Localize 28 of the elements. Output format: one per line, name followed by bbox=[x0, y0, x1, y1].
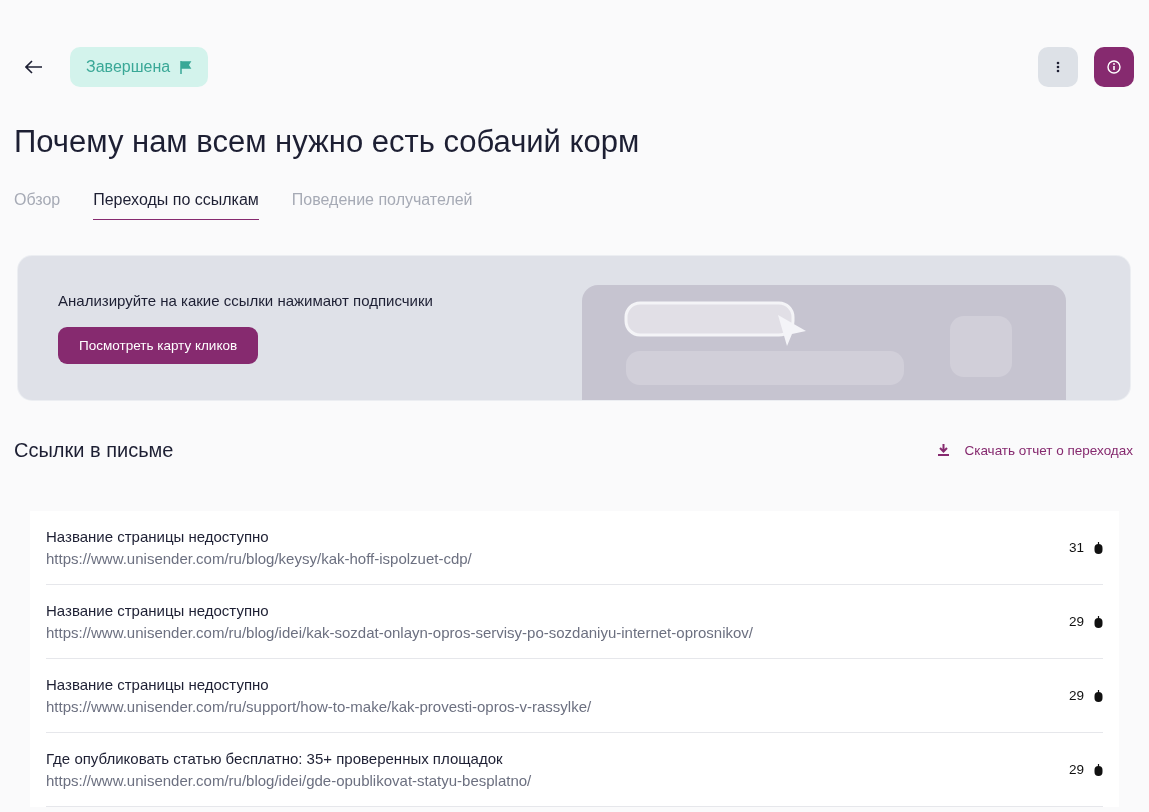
banner-text: Анализируйте на какие ссылки нажимают подписчики bbox=[58, 292, 433, 309]
tab[interactable]: Переходы по ссылкам bbox=[93, 191, 259, 220]
mouse-icon bbox=[1094, 689, 1103, 702]
section-heading: Ссылки в письме bbox=[14, 438, 175, 462]
click-count: 29 bbox=[1068, 614, 1084, 629]
click-map-button[interactable]: Посмотреть карту кликов bbox=[58, 327, 259, 364]
link-title: Название страницы недоступно bbox=[46, 602, 270, 619]
link-title: Название страницы недоступно bbox=[46, 676, 270, 693]
mouse-icon bbox=[1094, 541, 1103, 554]
download-report-link[interactable]: Скачать отчет о переходах bbox=[938, 442, 1133, 458]
link-url[interactable]: https://www.unisender.com/ru/blog/keysy/kak-hoff-ispolzuet-cdp/ bbox=[46, 550, 1069, 567]
page-title: Почему нам всем нужно есть собачий корм bbox=[14, 123, 641, 161]
link-url[interactable]: https://www.unisender.com/ru/blog/idei/kak-sozdat-onlayn-opros-servisy-po-sozdaniyu-internet-oprosnikov/ bbox=[46, 624, 1069, 641]
link-title: Где опубликовать статью бесплатно: 35+ проверенных площадок bbox=[46, 750, 504, 767]
click-count: 29 bbox=[1068, 688, 1084, 703]
flag-icon bbox=[180, 60, 193, 74]
click-count: 31 bbox=[1068, 540, 1084, 555]
mouse-icon bbox=[1094, 615, 1103, 628]
click-count: 29 bbox=[1068, 762, 1084, 777]
link-url[interactable]: https://www.unisender.com/ru/blog/idei/gde-opublikovat-statyu-besplatno/ bbox=[46, 772, 1069, 789]
info-icon bbox=[1107, 60, 1121, 74]
link-title: Название страницы недоступно bbox=[46, 528, 270, 545]
status-badge: Завершена bbox=[70, 47, 209, 87]
link-url[interactable]: https://www.unisender.com/ru/support/how-to-make/kak-provesti-opros-v-rassylke/ bbox=[46, 698, 1069, 715]
info-button[interactable] bbox=[1094, 47, 1134, 87]
download-icon bbox=[938, 444, 950, 456]
mouse-icon bbox=[1094, 763, 1103, 776]
more-options-icon bbox=[1056, 61, 1060, 73]
